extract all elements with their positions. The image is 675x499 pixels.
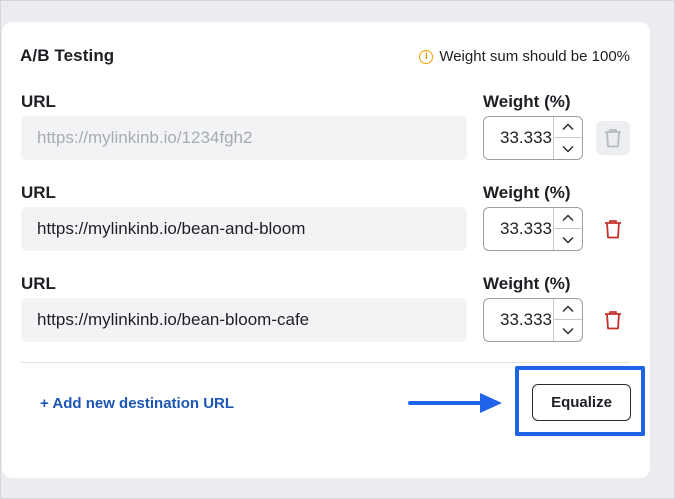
- add-destination-link[interactable]: + Add new destination URL: [40, 395, 234, 412]
- trash-icon: [605, 220, 621, 239]
- destination-row: URL Weight (%) https://mylinkinb.io/bean…: [0, 274, 675, 354]
- url-input[interactable]: https://mylinkinb.io/bean-and-bloom: [21, 207, 467, 251]
- delete-button[interactable]: [596, 303, 630, 337]
- weight-stepper: [553, 208, 582, 250]
- delete-button[interactable]: [596, 121, 630, 155]
- weight-input[interactable]: 33.333: [483, 116, 583, 160]
- url-input[interactable]: https://mylinkinb.io/1234fgh2: [21, 116, 467, 160]
- chevron-down-icon: [562, 145, 574, 153]
- stepper-down-button[interactable]: [554, 229, 582, 250]
- weight-value: 33.333: [500, 219, 552, 238]
- url-input[interactable]: https://mylinkinb.io/bean-bloom-cafe: [21, 298, 467, 342]
- chevron-down-icon: [562, 327, 574, 335]
- destination-row: URL Weight (%) https://mylinkinb.io/1234…: [0, 92, 675, 172]
- weight-label: Weight (%): [483, 92, 571, 111]
- info-icon: i: [419, 49, 434, 64]
- weight-stepper: [553, 299, 582, 341]
- weight-input[interactable]: 33.333: [483, 298, 583, 342]
- url-value: https://mylinkinb.io/bean-bloom-cafe: [37, 310, 310, 329]
- stepper-up-button[interactable]: [554, 117, 582, 138]
- weight-notice-text: Weight sum should be 100%: [439, 48, 630, 65]
- destination-row: URL Weight (%) https://mylinkinb.io/bean…: [0, 183, 675, 263]
- url-value: https://mylinkinb.io/bean-and-bloom: [37, 219, 306, 238]
- footer-divider: [20, 362, 630, 363]
- url-label: URL: [21, 274, 56, 293]
- delete-button[interactable]: [596, 212, 630, 246]
- weight-notice: i Weight sum should be 100%: [419, 48, 630, 65]
- weight-value: 33.333: [500, 128, 552, 147]
- stepper-down-button[interactable]: [554, 138, 582, 159]
- weight-value: 33.333: [500, 310, 552, 329]
- url-label: URL: [21, 183, 56, 202]
- chevron-up-icon: [562, 305, 574, 313]
- weight-input[interactable]: 33.333: [483, 207, 583, 251]
- arrow-right-icon: [408, 393, 502, 413]
- stepper-up-button[interactable]: [554, 208, 582, 229]
- chevron-up-icon: [562, 214, 574, 222]
- url-placeholder: https://mylinkinb.io/1234fgh2: [37, 128, 253, 147]
- trash-icon: [605, 129, 621, 148]
- chevron-up-icon: [562, 123, 574, 131]
- weight-label: Weight (%): [483, 183, 571, 202]
- url-label: URL: [21, 92, 56, 111]
- chevron-down-icon: [562, 236, 574, 244]
- weight-stepper: [553, 117, 582, 159]
- stepper-up-button[interactable]: [554, 299, 582, 320]
- equalize-button[interactable]: Equalize: [532, 384, 631, 421]
- section-title: A/B Testing: [20, 46, 115, 65]
- trash-icon: [605, 311, 621, 330]
- weight-label: Weight (%): [483, 274, 571, 293]
- stepper-down-button[interactable]: [554, 320, 582, 341]
